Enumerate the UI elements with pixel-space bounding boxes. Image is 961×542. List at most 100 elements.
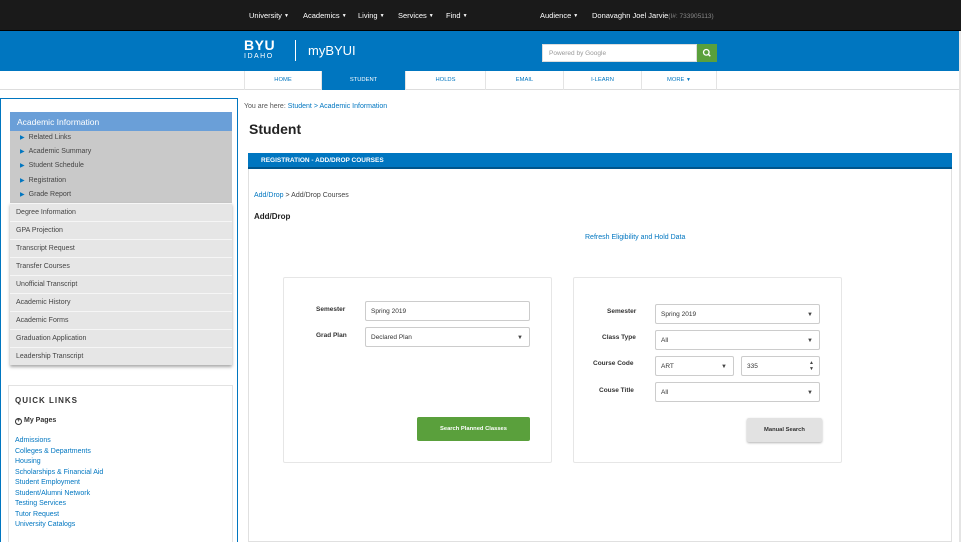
nav-find[interactable]: Find ▼ bbox=[446, 11, 468, 20]
subitem-label: Grade Report bbox=[28, 191, 72, 198]
user-name: Donavaghn Joel Jarvie bbox=[592, 11, 669, 20]
stepper-arrows-icon[interactable]: ▲ ▼ bbox=[809, 360, 814, 372]
search-planned-classes-button[interactable]: Search Planned Classes bbox=[417, 417, 530, 441]
add-drop-link[interactable]: Add/Drop bbox=[254, 192, 284, 199]
sidebar-item-leadership-transcript[interactable]: Leadership Transcript bbox=[10, 347, 232, 365]
nav-services-label: Services bbox=[398, 11, 427, 20]
sidebar-item-unofficial-transcript[interactable]: Unofficial Transcript bbox=[10, 275, 232, 293]
caret-down-icon: ▼ bbox=[283, 13, 289, 19]
nav-audience[interactable]: Audience ▼ bbox=[540, 11, 578, 20]
user-info[interactable]: Donavaghn Joel Jarvie(I#: 733905113) bbox=[592, 11, 714, 20]
course-title-value: All bbox=[661, 389, 669, 396]
quick-link-admissions[interactable]: Admissions bbox=[15, 437, 51, 444]
page-title: Student bbox=[249, 121, 302, 137]
sidebar-item-gpa-projection[interactable]: GPA Projection bbox=[10, 221, 232, 239]
course-subject-select[interactable]: ART ▼ bbox=[655, 356, 734, 376]
course-code-label: Course Code bbox=[593, 360, 634, 367]
sidebar-subitem-registration[interactable]: ▶ Registration bbox=[20, 177, 66, 184]
sidebar-list: Degree Information GPA Projection Transc… bbox=[10, 203, 232, 365]
caret-down-icon: ▼ bbox=[341, 13, 347, 19]
search-button[interactable] bbox=[697, 44, 717, 62]
byu-idaho-logo[interactable]: BYU IDAHO bbox=[244, 38, 275, 61]
quick-link-testing-services[interactable]: Testing Services bbox=[15, 500, 66, 507]
dropdown-arrow-icon: ▼ bbox=[807, 338, 813, 344]
quick-links-title: QUICK LINKS bbox=[15, 396, 78, 405]
planned-semester-value: Spring 2019 bbox=[371, 308, 407, 315]
left-sidebar: Academic Information ▶ Related Links ▶ Aca… bbox=[0, 98, 238, 542]
add-drop-heading: Add/Drop bbox=[254, 212, 291, 221]
sidebar-item-academic-forms[interactable]: Academic Forms bbox=[10, 311, 232, 329]
tab-student[interactable]: STUDENT bbox=[321, 71, 405, 90]
sidebar-item-academic-history[interactable]: Academic History bbox=[10, 293, 232, 311]
breadcrumb-current[interactable]: Academic Information bbox=[319, 103, 387, 110]
logo-idaho-text: IDAHO bbox=[244, 53, 274, 60]
manual-semester-value: Spring 2019 bbox=[661, 311, 697, 318]
nav-living[interactable]: Living ▼ bbox=[358, 11, 385, 20]
sidebar-item-degree-information[interactable]: Degree Information bbox=[10, 203, 232, 221]
sidebar-item-transcript-request[interactable]: Transcript Request bbox=[10, 239, 232, 257]
quick-link-university-catalogs[interactable]: University Catalogs bbox=[15, 521, 75, 528]
caret-down-icon: ▼ bbox=[379, 13, 385, 19]
quick-link-housing[interactable]: Housing bbox=[15, 458, 41, 465]
dropdown-arrow-icon: ▼ bbox=[807, 390, 813, 396]
caret-right-icon: ▶ bbox=[20, 149, 25, 155]
manual-semester-label: Semester bbox=[607, 308, 637, 315]
quick-link-student-alumni-network[interactable]: Student/Alumni Network bbox=[15, 490, 90, 497]
course-title-select[interactable]: All ▼ bbox=[655, 382, 820, 402]
dropdown-arrow-icon: ▼ bbox=[517, 335, 523, 341]
logo-divider bbox=[295, 40, 296, 61]
tab-more[interactable]: MORE ▼ bbox=[641, 71, 717, 90]
grad-plan-label: Grad Plan bbox=[316, 332, 347, 339]
quick-link-colleges-departments[interactable]: Colleges & Departments bbox=[15, 448, 91, 455]
sidebar-submenu: ▶ Related Links ▶ Academic Summary ▶ Studen… bbox=[10, 131, 232, 203]
sidebar-section-academic-information[interactable]: Academic Information bbox=[10, 112, 232, 131]
top-bar: University ▼ Academics ▼ Living ▼ Services ▼… bbox=[0, 0, 961, 31]
nav-living-label: Living bbox=[358, 11, 378, 20]
planned-semester-field[interactable]: Spring 2019 bbox=[365, 301, 530, 321]
quick-link-student-employment[interactable]: Student Employment bbox=[15, 479, 80, 486]
quick-links-box: QUICK LINKS + My Pages Admissions College… bbox=[8, 385, 233, 542]
sidebar-subitem-academic-summary[interactable]: ▶ Academic Summary bbox=[20, 148, 91, 155]
dropdown-arrow-icon: ▼ bbox=[807, 312, 813, 318]
nav-university[interactable]: University ▼ bbox=[249, 11, 289, 20]
user-id: (I#: 733905113) bbox=[668, 13, 714, 20]
sidebar-subitem-grade-report[interactable]: ▶ Grade Report bbox=[20, 191, 71, 198]
grad-plan-select[interactable]: Declared Plan ▼ bbox=[365, 327, 530, 347]
sidebar-subitem-student-schedule[interactable]: ▶ Student Schedule bbox=[20, 162, 84, 169]
tab-home[interactable]: HOME bbox=[244, 71, 321, 90]
caret-down-icon: ▼ bbox=[428, 13, 434, 19]
caret-right-icon: ▶ bbox=[20, 192, 25, 198]
nav-services[interactable]: Services ▼ bbox=[398, 11, 434, 20]
sidebar-item-graduation-application[interactable]: Graduation Application bbox=[10, 329, 232, 347]
panel-title: REGISTRATION - ADD/DROP COURSES bbox=[248, 153, 952, 169]
class-type-value: All bbox=[661, 337, 669, 344]
sidebar-item-transfer-courses[interactable]: Transfer Courses bbox=[10, 257, 232, 275]
breadcrumb-separator: > bbox=[313, 103, 318, 110]
manual-semester-select[interactable]: Spring 2019 ▼ bbox=[655, 304, 820, 324]
my-pages-toggle[interactable]: + My Pages bbox=[15, 417, 56, 425]
subitem-label: Registration bbox=[28, 177, 66, 184]
manual-search-button[interactable]: Manual Search bbox=[747, 418, 822, 442]
panel-breadcrumb-current: > Add/Drop Courses bbox=[285, 192, 349, 199]
caret-down-icon: ▼ bbox=[686, 77, 691, 83]
nav-university-label: University bbox=[249, 11, 282, 20]
tab-email[interactable]: EMAIL bbox=[485, 71, 563, 90]
tab-ilearn[interactable]: I-LEARN bbox=[563, 71, 641, 90]
planned-semester-label: Semester bbox=[316, 306, 346, 313]
refresh-eligibility-link[interactable]: Refresh Eligibility and Hold Data bbox=[585, 234, 685, 241]
grad-plan-value: Declared Plan bbox=[371, 334, 412, 341]
caret-right-icon: ▶ bbox=[20, 163, 25, 169]
class-type-select[interactable]: All ▼ bbox=[655, 330, 820, 350]
site-name[interactable]: myBYUI bbox=[308, 43, 356, 58]
tab-holds[interactable]: HOLDS bbox=[405, 71, 485, 90]
breadcrumb-student-link[interactable]: Student bbox=[288, 103, 312, 110]
sidebar-subitem-related-links[interactable]: ▶ Related Links bbox=[20, 134, 71, 141]
quick-link-scholarships[interactable]: Scholarships & Financial Aid bbox=[15, 469, 103, 476]
class-type-label: Class Type bbox=[602, 334, 636, 341]
main-nav: HOME STUDENT HOLDS EMAIL I-LEARN MORE ▼ bbox=[0, 71, 961, 90]
search-input[interactable]: Powered by Google bbox=[542, 44, 697, 62]
course-number-input[interactable]: 335 ▲ ▼ bbox=[741, 356, 820, 376]
nav-academics[interactable]: Academics ▼ bbox=[303, 11, 347, 20]
quick-link-tutor-request[interactable]: Tutor Request bbox=[15, 511, 59, 518]
nav-find-label: Find bbox=[446, 11, 461, 20]
